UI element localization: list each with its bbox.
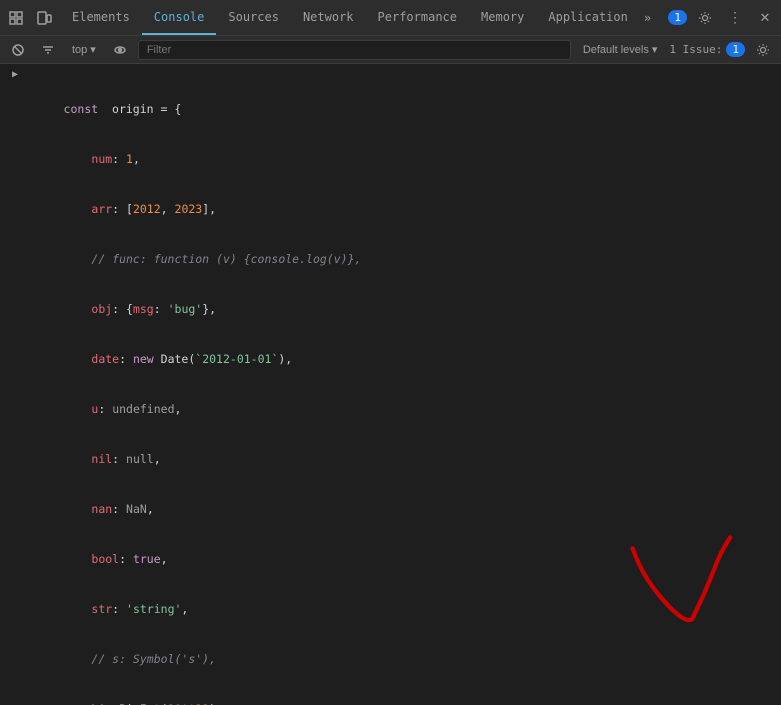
list-item: // func: function (v) {console.log(v)}, [14, 234, 781, 284]
list-item: // s: Symbol('s'), [14, 634, 781, 684]
default-levels-btn[interactable]: Default levels ▾ [577, 41, 664, 58]
list-item: bi: BigInt(10**32), [14, 684, 781, 705]
eye-btn[interactable] [108, 38, 132, 62]
more-tabs-btn[interactable]: » [640, 11, 655, 25]
list-item: arr: [2012, 2023], [14, 184, 781, 234]
tab-network[interactable]: Network [291, 0, 366, 35]
tab-sources[interactable]: Sources [216, 0, 291, 35]
list-item: u: undefined, [14, 384, 781, 434]
toolbar-right: 1 ⋮ ✕ [668, 6, 777, 30]
tab-memory[interactable]: Memory [469, 0, 536, 35]
list-item: bool: true, [14, 534, 781, 584]
context-selector[interactable]: top ▾ [66, 41, 102, 58]
tab-console[interactable]: Console [142, 0, 217, 35]
console-toolbar: top ▾ Default levels ▾ 1 Issue: 1 [0, 36, 781, 64]
more-menu-btn[interactable]: ⋮ [723, 6, 747, 30]
list-item: obj: {msg: 'bug'}, [14, 284, 781, 334]
console-content[interactable]: ▶ const origin = { num: 1, arr: [2012, 2… [0, 64, 781, 705]
list-item: num: 1, [14, 134, 781, 184]
list-item: ▶ [0, 66, 781, 84]
tab-elements[interactable]: Elements [60, 0, 142, 35]
badge-count: 1 [668, 10, 687, 25]
issues-settings-btn[interactable] [751, 38, 775, 62]
device-toolbar-btn[interactable] [32, 6, 56, 30]
list-item: const origin = { [0, 84, 781, 134]
main-tabs: Elements Console Sources Network Perform… [60, 0, 668, 35]
toolbar-left-icons [4, 6, 56, 30]
context-chevron: ▾ [90, 43, 96, 56]
issues-badge: 1 Issue: 1 [669, 42, 745, 57]
tab-performance[interactable]: Performance [366, 0, 469, 35]
context-label: top [72, 44, 87, 56]
filter-input[interactable] [138, 40, 571, 60]
devtools-toolbar: Elements Console Sources Network Perform… [0, 0, 781, 36]
cursor-icon-btn[interactable] [4, 6, 28, 30]
settings-btn[interactable] [693, 6, 717, 30]
close-btn[interactable]: ✕ [753, 6, 777, 30]
tab-application[interactable]: Application [536, 0, 639, 35]
list-item: str: 'string', [14, 584, 781, 634]
filter-toggle-btn[interactable] [36, 38, 60, 62]
list-item: nil: null, [14, 434, 781, 484]
issues-count-badge: 1 [726, 42, 745, 57]
clear-console-btn[interactable] [6, 38, 30, 62]
expand-arrow[interactable]: ▶ [8, 67, 22, 83]
console-wrapper: ▶ const origin = { num: 1, arr: [2012, 2… [0, 64, 781, 705]
list-item: nan: NaN, [14, 484, 781, 534]
list-item: date: new Date(`2012-01-01`), [14, 334, 781, 384]
